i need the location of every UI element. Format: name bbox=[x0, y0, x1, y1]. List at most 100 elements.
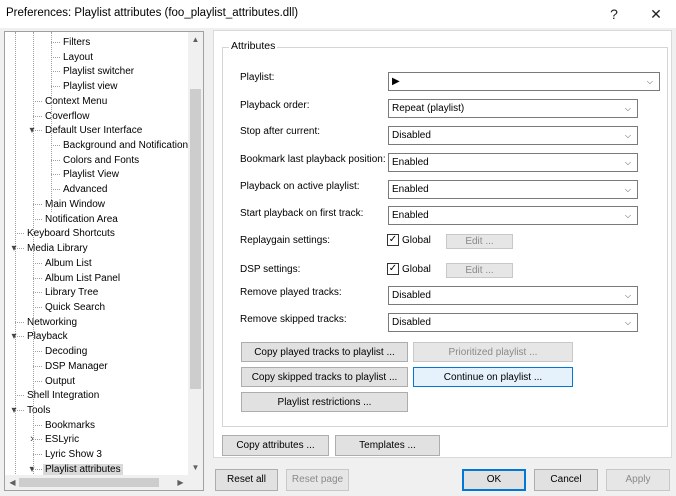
stop-after-current-dropdown[interactable]: Disabled ⌵ bbox=[388, 126, 638, 145]
chevron-down-icon[interactable]: ▾ bbox=[27, 123, 37, 138]
playlist-label: Playlist: bbox=[240, 72, 275, 83]
tree-item[interactable]: Playback bbox=[25, 329, 70, 344]
tree-horizontal-scrollbar[interactable]: ◀ ▶ bbox=[5, 475, 203, 490]
dsp-global-checkbox[interactable]: ✓ bbox=[387, 263, 399, 275]
tree-item[interactable]: Library Tree bbox=[43, 285, 100, 300]
tree-guide-line bbox=[51, 56, 60, 58]
chevron-down-icon: ⌵ bbox=[624, 158, 631, 167]
apply-button[interactable]: Apply bbox=[606, 469, 670, 491]
tree-guide-line bbox=[33, 262, 42, 264]
tree-item[interactable]: Album List bbox=[43, 256, 94, 271]
close-button[interactable]: ✕ bbox=[639, 0, 673, 28]
reset-page-button[interactable]: Reset page bbox=[286, 469, 349, 491]
copy-attributes-button[interactable]: Copy attributes ... bbox=[222, 435, 329, 456]
tree-item[interactable]: Album List Panel bbox=[43, 271, 122, 286]
tree-item-label: Decoding bbox=[45, 346, 88, 358]
templates-button[interactable]: Templates ... bbox=[335, 435, 440, 456]
tree-item-label: Playback bbox=[27, 331, 68, 343]
tree-item[interactable]: Media Library bbox=[25, 241, 90, 256]
tree-item[interactable]: Default User Interface bbox=[43, 123, 144, 138]
tree-vertical-scrollbar[interactable]: ▲ ▼ bbox=[188, 32, 203, 475]
replaygain-global-checkbox[interactable]: ✓ bbox=[387, 234, 399, 246]
tree-item-label: Playlist view bbox=[63, 81, 118, 93]
tree-item[interactable]: DSP Manager bbox=[43, 359, 110, 374]
tree-item[interactable]: Decoding bbox=[43, 344, 89, 359]
tree-item-label: Background and Notifications bbox=[63, 140, 194, 152]
window-title: Preferences: Playlist attributes (foo_pl… bbox=[6, 7, 299, 19]
tree-item[interactable]: Keyboard Shortcuts bbox=[25, 226, 117, 241]
tree-item-label: Layout bbox=[63, 51, 94, 63]
chevron-down-icon: ⌵ bbox=[624, 185, 631, 194]
tree-item[interactable]: Shell Integration bbox=[25, 388, 101, 403]
tree-item[interactable]: Lyric Show 3 bbox=[43, 447, 104, 462]
tree-item[interactable]: Playlist switcher bbox=[61, 64, 136, 79]
tree-item[interactable]: Context Menu bbox=[43, 94, 109, 109]
remove-played-dropdown[interactable]: Disabled ⌵ bbox=[388, 286, 638, 305]
copy-played-tracks-button[interactable]: Copy played tracks to playlist ... bbox=[241, 342, 408, 362]
continue-on-playlist-button[interactable]: Continue on playlist ... bbox=[413, 367, 573, 387]
remove-skipped-dropdown[interactable]: Disabled ⌵ bbox=[388, 313, 638, 332]
tree-item-label: Main Window bbox=[45, 198, 106, 210]
tree-item[interactable]: Quick Search bbox=[43, 300, 107, 315]
tree-item-label: Default User Interface bbox=[45, 125, 143, 137]
scroll-up-icon[interactable]: ▲ bbox=[188, 32, 203, 47]
tree-item-label: Shell Integration bbox=[27, 390, 100, 402]
bookmark-value: Enabled bbox=[392, 157, 429, 168]
scroll-right-icon[interactable]: ▶ bbox=[173, 475, 188, 490]
tree-item-label: Output bbox=[45, 375, 76, 387]
dsp-edit-button[interactable]: Edit ... bbox=[446, 263, 513, 278]
tree-item[interactable]: Colors and Fonts bbox=[61, 153, 141, 168]
scroll-left-icon[interactable]: ◀ bbox=[5, 475, 20, 490]
tree-item-label: Lyric Show 3 bbox=[45, 449, 102, 461]
active-playlist-dropdown[interactable]: Enabled ⌵ bbox=[388, 180, 638, 199]
horizontal-scroll-thumb[interactable] bbox=[19, 478, 159, 487]
replaygain-edit-button[interactable]: Edit ... bbox=[446, 234, 513, 249]
tree-item[interactable]: Background and Notifications bbox=[61, 138, 195, 153]
scroll-down-icon[interactable]: ▼ bbox=[188, 460, 203, 475]
chevron-down-icon[interactable]: ▾ bbox=[9, 241, 19, 256]
tree-item[interactable]: Main Window bbox=[43, 197, 107, 212]
tree-item-label: Advanced bbox=[63, 184, 108, 196]
attributes-group-title: Attributes bbox=[229, 40, 278, 52]
tree-guide-line bbox=[51, 71, 60, 73]
chevron-down-icon[interactable]: ▾ bbox=[9, 403, 19, 418]
start-first-track-dropdown[interactable]: Enabled ⌵ bbox=[388, 206, 638, 225]
tree-item[interactable]: Output bbox=[43, 374, 77, 389]
bookmark-dropdown[interactable]: Enabled ⌵ bbox=[388, 153, 638, 172]
help-button[interactable]: ? bbox=[597, 0, 631, 28]
tree-item[interactable]: Advanced bbox=[61, 182, 109, 197]
playlist-restrictions-button[interactable]: Playlist restrictions ... bbox=[241, 392, 408, 412]
tree-item[interactable]: ESLyric bbox=[43, 432, 81, 447]
cancel-button[interactable]: Cancel bbox=[534, 469, 598, 491]
tree-item-label: Notification Area bbox=[45, 213, 118, 225]
tree-item[interactable]: Notification Area bbox=[43, 212, 120, 227]
remove-skipped-value: Disabled bbox=[392, 317, 431, 328]
tree-item[interactable]: Tools bbox=[25, 403, 52, 418]
playlist-value: ▶ bbox=[392, 76, 400, 87]
tree-guide-line bbox=[33, 424, 42, 426]
tree-item-label: Quick Search bbox=[45, 301, 106, 313]
tree-item[interactable]: Playlist View bbox=[61, 167, 121, 182]
copy-skipped-tracks-button[interactable]: Copy skipped tracks to playlist ... bbox=[241, 367, 408, 387]
chevron-down-icon: ⌵ bbox=[624, 291, 631, 300]
tree-item[interactable]: Layout bbox=[61, 50, 95, 65]
dsp-label: DSP settings: bbox=[240, 264, 301, 275]
prioritized-playlist-button[interactable]: Prioritized playlist ... bbox=[413, 342, 573, 362]
active-playlist-value: Enabled bbox=[392, 184, 429, 195]
replaygain-global-label: Global bbox=[402, 235, 431, 246]
tree-item-label: Media Library bbox=[27, 243, 88, 255]
playlist-dropdown[interactable]: ▶ ⌵ bbox=[388, 72, 660, 91]
playback-order-dropdown[interactable]: Repeat (playlist) ⌵ bbox=[388, 99, 638, 118]
preferences-tree[interactable]: Filters Layout Playlist switcher Playlist v… bbox=[4, 31, 204, 491]
tree-item-label: Album List Panel bbox=[45, 272, 121, 284]
chevron-down-icon[interactable]: ▾ bbox=[9, 329, 19, 344]
title-bar: Preferences: Playlist attributes (foo_pl… bbox=[0, 0, 676, 28]
vertical-scroll-thumb[interactable] bbox=[190, 89, 201, 389]
chevron-right-icon[interactable]: › bbox=[27, 432, 37, 447]
ok-button[interactable]: OK bbox=[462, 469, 526, 491]
remove-played-label: Remove played tracks: bbox=[240, 287, 342, 298]
tree-item[interactable]: Filters bbox=[61, 35, 92, 50]
reset-all-button[interactable]: Reset all bbox=[215, 469, 278, 491]
tree-item[interactable]: Bookmarks bbox=[43, 418, 97, 433]
tree-item[interactable]: Playlist view bbox=[61, 79, 119, 94]
